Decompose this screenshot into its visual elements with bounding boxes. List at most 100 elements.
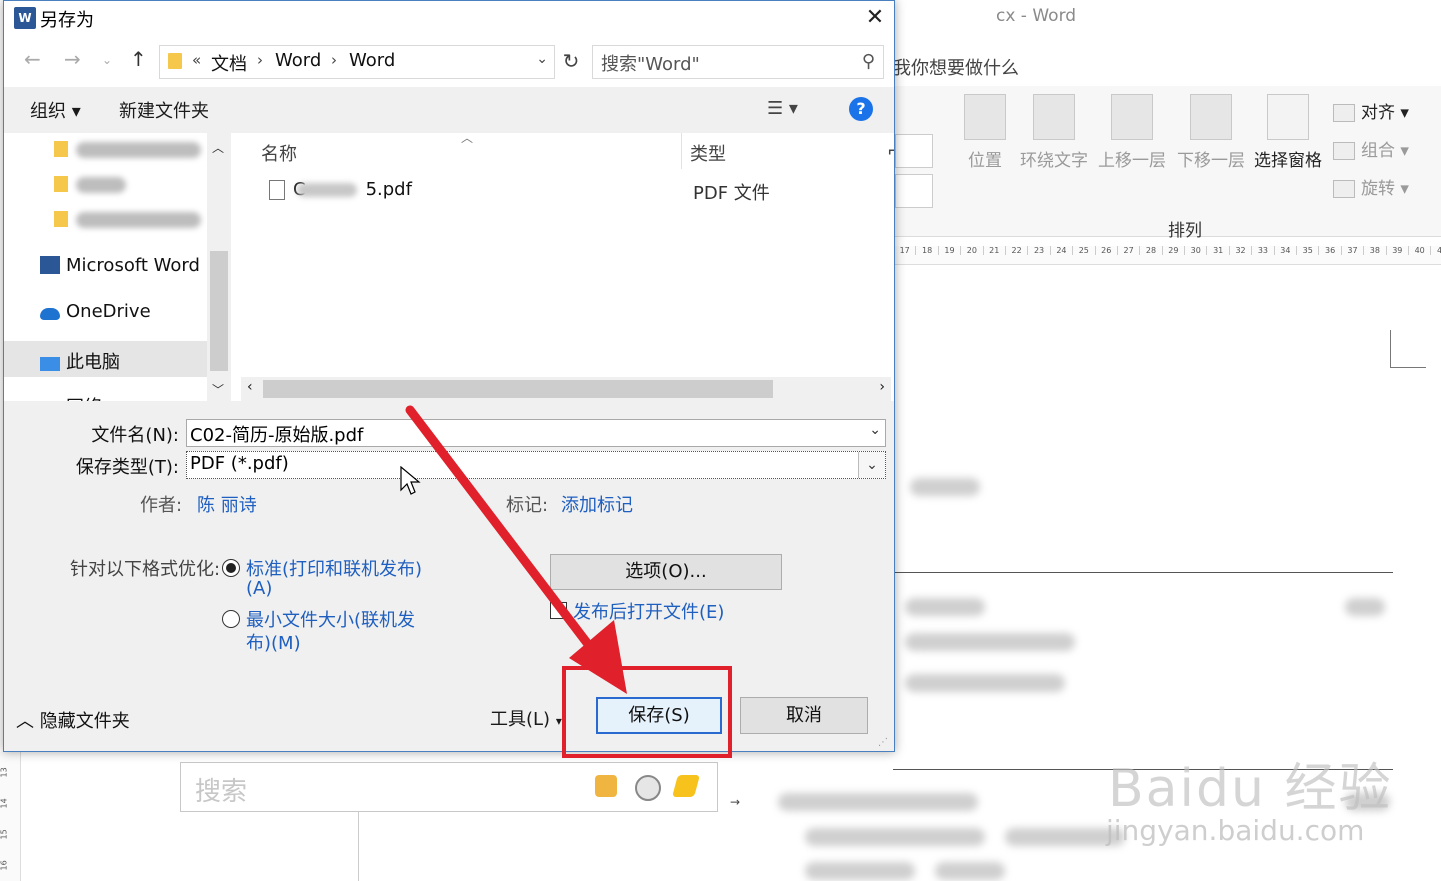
- scroll-left-icon[interactable]: ‹: [247, 379, 253, 395]
- opt-standard-label[interactable]: 标准(打印和联机发布): [246, 555, 422, 581]
- column-header-name[interactable]: 名称: [261, 140, 297, 166]
- filename-value: C02-简历-原始版.pdf: [190, 425, 364, 446]
- column-header-type[interactable]: 类型: [690, 140, 726, 166]
- ruler-tick-label: 28: [1139, 246, 1161, 255]
- column-header-overflow[interactable]: ⌐: [887, 141, 894, 162]
- dialog-titlebar[interactable]: W 另存为 ✕: [4, 1, 894, 35]
- opt-standard-key[interactable]: (A): [246, 578, 272, 599]
- position-label: 位置: [968, 151, 1002, 171]
- nav-item-microsoft-word[interactable]: Microsoft Word: [40, 255, 200, 276]
- bring-forward-button[interactable]: 上移一层: [1095, 94, 1169, 171]
- breadcrumb-separator-icon[interactable]: ›: [331, 51, 337, 69]
- author-label: 作者:: [140, 495, 183, 516]
- nav-scrollbar[interactable]: ︿ ﹀: [207, 133, 231, 401]
- doc-rule: [893, 572, 1393, 573]
- clock-icon[interactable]: [635, 775, 661, 801]
- resize-grip-icon[interactable]: ⋰: [878, 737, 888, 748]
- wrap-text-icon: [1033, 94, 1075, 140]
- tools-menu[interactable]: 工具(L) ▾: [490, 705, 562, 731]
- filename-field[interactable]: C02-简历-原始版.pdf ⌄: [186, 419, 886, 447]
- nav-item-onedrive[interactable]: OneDrive: [40, 301, 151, 322]
- ribbon-arrange-group: 位置 环绕文字 上移一层 下移一层 选择窗格 对齐 ▾ 组合 ▾ 旋转 ▾ 排列: [893, 86, 1441, 241]
- breadcrumb-documents[interactable]: 文档: [211, 50, 247, 76]
- align-button[interactable]: 对齐 ▾: [1333, 98, 1409, 123]
- ruler-tick-label: 41: [1430, 246, 1441, 255]
- opt-min-label-line2[interactable]: 布)(M): [246, 629, 301, 655]
- tell-me-box[interactable]: 我你想要做什么: [893, 54, 1019, 80]
- ruler-tick-label: 30: [1184, 246, 1206, 255]
- open-after-publish-label[interactable]: 发布后打开文件(E): [573, 598, 724, 624]
- blurred-folder-name[interactable]: [76, 212, 201, 228]
- selection-pane-button[interactable]: 选择窗格: [1250, 94, 1326, 171]
- width-spinner[interactable]: [895, 174, 933, 208]
- scroll-up-icon[interactable]: ︿: [212, 139, 224, 156]
- align-label: 对齐: [1361, 103, 1395, 123]
- ruler-tick-label: 18: [915, 246, 937, 255]
- margin-mark-h: [1390, 367, 1426, 368]
- group-button[interactable]: 组合 ▾: [1333, 136, 1409, 161]
- word-window-title: cx - Word: [996, 6, 1077, 26]
- sort-ascending-icon: ︿: [461, 131, 474, 145]
- save-options-panel: 文件名(N): C02-简历-原始版.pdf ⌄ 保存类型(T): PDF (*…: [4, 401, 894, 751]
- ruler-tick-label: 37: [1340, 246, 1363, 255]
- lightning-icon[interactable]: [672, 775, 700, 797]
- scroll-down-icon[interactable]: ﹀: [212, 381, 224, 398]
- refresh-icon[interactable]: ↻: [556, 45, 586, 77]
- ruler-tick-label: 22: [1004, 246, 1027, 255]
- help-icon[interactable]: ?: [849, 97, 873, 121]
- open-after-publish-checkbox[interactable]: [550, 602, 567, 619]
- nav-item-this-pc[interactable]: 此电脑: [40, 348, 120, 374]
- send-backward-button[interactable]: 下移一层: [1174, 94, 1248, 171]
- scroll-right-icon[interactable]: ›: [879, 379, 885, 395]
- bring-forward-icon: [1111, 94, 1153, 140]
- new-folder-button[interactable]: 新建文件夹: [119, 97, 209, 123]
- breadcrumb-word-1[interactable]: Word: [275, 50, 321, 71]
- close-button[interactable]: ✕: [856, 1, 894, 35]
- radio-standard[interactable]: [222, 559, 240, 577]
- bring-forward-label: 上移一层: [1098, 151, 1166, 171]
- address-bar[interactable]: « 文档 › Word › Word ⌄: [159, 45, 555, 79]
- column-divider[interactable]: [681, 133, 682, 169]
- nav-scroll-thumb[interactable]: [210, 251, 228, 371]
- vruler-tick-label: 13: [0, 767, 9, 778]
- breadcrumb-separator-icon[interactable]: ›: [257, 51, 263, 69]
- radio-minimum-size[interactable]: [222, 610, 240, 628]
- wrap-text-label: 环绕文字: [1020, 151, 1088, 171]
- search-icon[interactable]: ⚲: [862, 51, 875, 72]
- add-tags-link[interactable]: 添加标记: [561, 491, 633, 517]
- folder-icon[interactable]: [595, 775, 617, 797]
- filetype-select[interactable]: PDF (*.pdf) ⌄: [186, 451, 886, 479]
- annotation-highlight-box: [562, 666, 732, 758]
- chevron-down-icon[interactable]: ⌄: [858, 452, 885, 478]
- search-input[interactable]: 搜索"Word" ⚲: [592, 45, 884, 79]
- ruler-tick-label: 36: [1318, 246, 1340, 255]
- height-spinner[interactable]: [895, 134, 933, 168]
- recent-dropdown-icon[interactable]: ⌄: [102, 53, 112, 67]
- chevron-down-icon[interactable]: ⌄: [536, 51, 548, 67]
- organize-button[interactable]: 组织 ▾: [30, 97, 81, 123]
- horizontal-scrollbar[interactable]: ‹ ›: [241, 377, 891, 401]
- file-row[interactable]: C5.pdf PDF 文件: [231, 175, 871, 205]
- breadcrumb-word-2[interactable]: Word: [349, 50, 395, 71]
- options-button[interactable]: 选项(O)...: [550, 554, 782, 590]
- forward-arrow-icon[interactable]: →: [64, 47, 81, 71]
- rotate-button[interactable]: 旋转 ▾: [1333, 174, 1409, 199]
- search-bar[interactable]: 搜索: [180, 762, 718, 812]
- blurred-folder-name[interactable]: [76, 142, 201, 158]
- position-button[interactable]: 位置: [955, 94, 1015, 171]
- back-arrow-icon[interactable]: ←: [24, 47, 41, 71]
- send-backward-label: 下移一层: [1177, 151, 1245, 171]
- view-options-icon[interactable]: ☰ ▾: [767, 98, 798, 119]
- horizontal-scroll-thumb[interactable]: [263, 380, 773, 398]
- group-label: 组合: [1361, 141, 1395, 161]
- up-arrow-icon[interactable]: ↑: [130, 47, 147, 71]
- hide-folders-toggle[interactable]: ︿ 隐藏文件夹: [16, 707, 130, 733]
- blurred-text: [805, 862, 915, 880]
- chevron-down-icon[interactable]: ⌄: [869, 422, 881, 438]
- wrap-text-button[interactable]: 环绕文字: [1017, 94, 1091, 171]
- cancel-button[interactable]: 取消: [740, 697, 868, 734]
- blurred-folder-name[interactable]: [76, 177, 126, 193]
- breadcrumb-overflow[interactable]: «: [192, 51, 201, 69]
- blurred-text: [910, 478, 980, 496]
- author-value[interactable]: 陈 丽诗: [197, 491, 257, 517]
